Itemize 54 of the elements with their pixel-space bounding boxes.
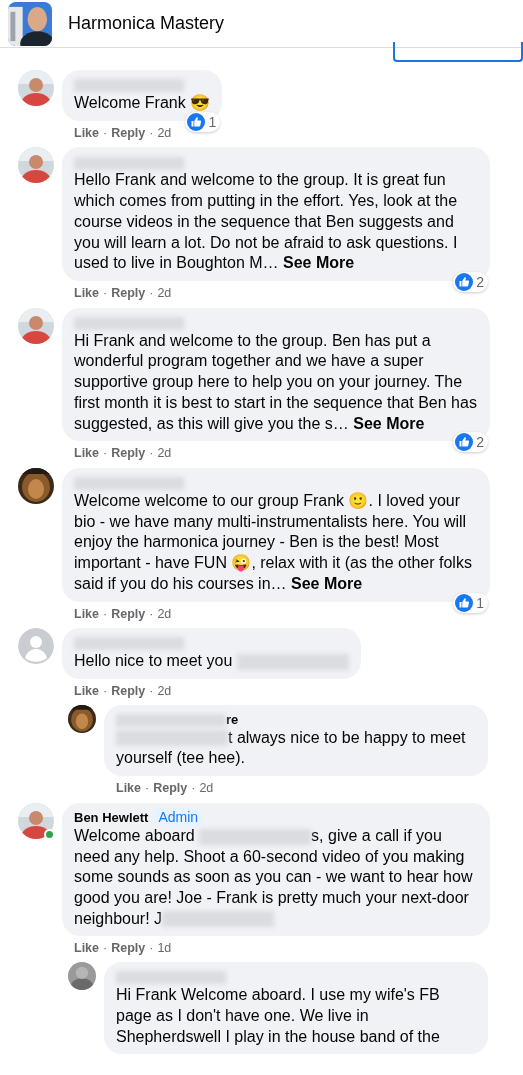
reply-link[interactable]: Reply	[111, 123, 146, 143]
like-link[interactable]: Like	[74, 604, 99, 624]
group-title: Harmonica Mastery	[68, 12, 225, 35]
reaction-count: 1	[185, 111, 221, 132]
separator-dot: ·	[149, 682, 154, 700]
timestamp: 2d	[157, 682, 172, 700]
reaction-count: 2	[453, 432, 488, 453]
separator-dot: ·	[149, 605, 154, 623]
comment-text: Hello Frank and welcome to the group. It is great fun which comes from putting in the effort. Yes, look at the course videos in the sequence that Ben suggests and you will learn a lot. Do not be afraid to ask questions. I used to live in Boughton M… See More	[74, 170, 459, 274]
reply-link[interactable]: Reply	[111, 283, 146, 303]
like-link[interactable]: Like	[116, 779, 141, 798]
like-link[interactable]: Like	[74, 123, 99, 143]
separator-dot: ·	[103, 445, 108, 463]
comment-text: Hi Frank and welcome to the group. Ben has put a wonderful program together and we have a super supportive group here to help you on your journey. The first month it is best to start in the sequence that Ben has suggested, as this will give you the s… See More	[74, 330, 478, 434]
like-link[interactable]: Like	[74, 681, 99, 701]
separator-dot: ·	[149, 284, 154, 302]
admin-badge: Admin	[154, 807, 203, 826]
separator-dot: ·	[145, 780, 150, 798]
separator-dot: ·	[191, 780, 196, 798]
reply-link[interactable]: Reply	[111, 604, 146, 624]
comment-text: t always nice to be happy to meet yourself (tee hee).	[116, 727, 467, 769]
timestamp: 2d	[157, 124, 172, 142]
timestamp: 2d	[199, 780, 214, 798]
separator-dot: ·	[149, 124, 154, 142]
commenter-name: Ben Hewlett	[74, 809, 149, 825]
separator-dot: ·	[103, 124, 108, 142]
reply-link[interactable]: Reply	[153, 779, 188, 798]
timestamp: 2d	[157, 605, 172, 623]
comment-text: Welcome welcome to our group Frank 🙂. I loved your bio - we have many multi-instrumentalists here. You will enjoy the harmonica journey - Ben is the best! Most important - have FUN 😜, relax with it (as the other folks said if you do his courses in… See More	[74, 491, 473, 594]
comment-text: Hello nice to meet you	[74, 651, 349, 672]
reply-link[interactable]: Reply	[111, 444, 146, 463]
comment-text: Welcome Frank 😎	[74, 93, 211, 113]
separator-dot: ·	[103, 284, 108, 302]
reaction-count: 1	[453, 592, 488, 613]
see-more-link[interactable]: See More	[291, 574, 363, 592]
separator-dot: ·	[103, 605, 108, 623]
timestamp: 2d	[157, 445, 172, 463]
see-more-link[interactable]: See More	[353, 414, 425, 432]
like-link[interactable]: Like	[74, 283, 99, 303]
like-link[interactable]: Like	[74, 444, 99, 463]
separator-dot: ·	[103, 940, 108, 958]
separator-dot: ·	[149, 445, 154, 463]
timestamp: 2d	[157, 284, 172, 302]
like-link[interactable]: Like	[74, 939, 99, 959]
see-more-link[interactable]: See More	[283, 254, 355, 272]
separator-dot: ·	[103, 682, 108, 700]
comment-text: Welcome aboard s, give a call if you need any help. Shoot a 60-second video of you making some sounds as soon as you can - we want to hear how good you are! Joe - Frank is pretty much your next-door neighbour! J	[74, 825, 474, 930]
comment-text: Hi Frank Welcome aboard. I use my wife's FB page as I don't have one. We live in Shepherdswell I play in the house band of the	[116, 985, 441, 1047]
timestamp: 1d	[157, 940, 172, 958]
reply-link[interactable]: Reply	[111, 939, 146, 959]
reaction-count: 2	[453, 271, 488, 292]
commenter-name: re	[226, 711, 239, 727]
reply-link[interactable]: Reply	[111, 681, 146, 701]
separator-dot: ·	[149, 940, 154, 958]
